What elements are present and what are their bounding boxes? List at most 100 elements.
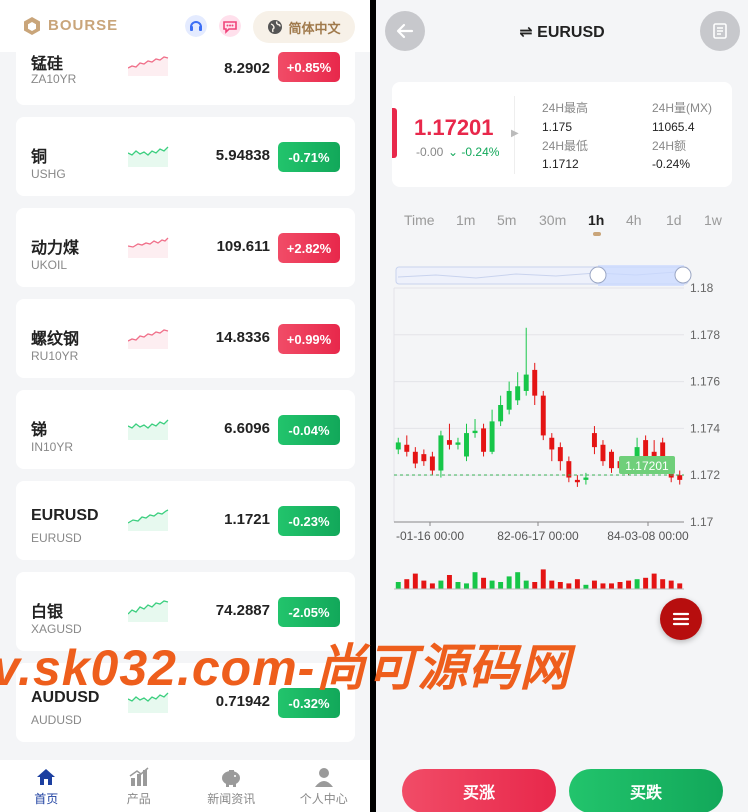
candle-body [540,395,546,436]
change-badge[interactable]: -2.05% [278,597,340,627]
user-icon [314,768,333,787]
period-tab-time[interactable]: Time [404,212,435,228]
candle-body [506,390,512,410]
tab-home[interactable]: 首页 [0,760,93,812]
change-badge[interactable]: -0.23% [278,506,340,536]
volume-bar [446,575,452,589]
volume-bar [549,580,555,589]
change-badge[interactable]: +0.85% [278,52,340,82]
volume-bar [617,582,623,589]
customer-service-icon[interactable] [185,15,207,37]
period-tab-1h[interactable]: 1h [588,212,604,228]
x-tick-label: 84-03-08 00:00 [607,529,689,543]
volume-bar [464,583,469,589]
volume-bar [626,580,632,589]
sparkline-chart [128,600,169,622]
candle-body [429,456,435,471]
candle-body [472,430,478,434]
volume-bar [481,577,487,589]
change-badge[interactable]: +2.82% [278,233,340,263]
candle-body [549,437,555,450]
volume-bar [395,582,401,589]
volume-bar [498,582,504,589]
sparkline-chart [128,237,169,258]
period-tab-30m[interactable]: 30m [539,212,566,228]
y-tick-label: 1.176 [690,375,720,389]
volume-bar [634,579,640,589]
market-list-item[interactable]: 螺纹钢 RU10YR 14.8336 +0.99% [16,299,355,378]
instrument-code: IN10YR [31,440,74,454]
volume-bar [489,580,495,589]
volume-bar [404,579,410,589]
candle-body [489,421,495,452]
instrument-name: 白银 [31,604,64,621]
app-header: BOURSE 简体中文 [0,0,370,52]
market-list-item[interactable]: 铜 USHG 5.94838 -0.71% [16,117,355,196]
navigator-left-handle[interactable] [589,266,607,284]
period-tab-4h[interactable]: 4h [626,212,642,228]
tab-home-label: 首页 [34,792,59,806]
candle-body [583,477,589,480]
volume-bar [643,577,649,589]
volume-bar [540,569,546,589]
navigator-right-handle[interactable] [674,266,692,284]
candle-body [481,428,487,452]
instrument-name: 动力煤 [31,240,80,257]
navigator-selection [598,265,684,286]
y-tick-label: 1.17 [690,515,714,529]
tab-products[interactable]: 产品 [93,760,186,812]
volume-bar [421,580,427,589]
instrument-price: 14.8336 [215,329,270,346]
y-tick-label: 1.174 [690,421,720,435]
pair-title: ⇌ EURUSD [376,22,748,42]
period-tab-1m[interactable]: 1m [456,212,475,228]
instrument-code: UKOIL [31,258,68,272]
instrument-price: 1.1721 [224,511,270,528]
period-tab-1d[interactable]: 1d [666,212,682,228]
chevron-down-icon: ⌄ [448,145,459,159]
market-list-item[interactable]: 锑 IN10YR 6.6096 -0.04% [16,390,355,469]
change-badge[interactable]: +0.99% [278,324,340,354]
tab-news[interactable]: 新闻资讯 [185,760,278,812]
home-icon [37,769,56,785]
candlestick-chart[interactable]: 1.18 1.178 1.176 1.174 1.172 1.17 1.17201 -01-1… [376,255,748,600]
y-tick-label: 1.18 [690,281,714,295]
pair-name: EURUSD [537,24,605,41]
market-list-item[interactable]: EURUSD EURUSD 1.1721 -0.23% [16,481,355,560]
piggy-bank-icon [222,770,241,787]
buy-up-button[interactable]: 买涨 [402,769,556,812]
candle-body [395,442,401,450]
chevron-right-icon: ▶ [511,128,519,139]
instrument-code: EURUSD [31,531,82,545]
volume-bar [455,582,461,589]
volume-bar [583,584,589,589]
current-price: 1.17201 [414,115,494,140]
period-tab-1w[interactable]: 1w [704,212,722,228]
candle-body [643,440,649,457]
period-tab-5m[interactable]: 5m [497,212,516,228]
language-label: 简体中文 [288,20,341,36]
volume-bar [472,572,478,589]
last-price-label: 1.17201 [625,459,669,473]
market-list-item[interactable]: 动力煤 UKOIL 109.611 +2.82% [16,208,355,287]
candle-body [421,454,427,462]
sparkline-chart [128,146,169,167]
candle-body [660,442,666,457]
tab-profile[interactable]: 个人中心 [278,760,371,812]
candle-body [455,442,461,445]
tab-news-label: 新闻资讯 [207,792,256,806]
volume-bar [412,573,418,589]
volume-bar [523,580,529,589]
buy-down-button[interactable]: 买跌 [569,769,723,812]
volume-bar [506,576,512,589]
records-button[interactable] [700,11,740,51]
instrument-price: 8.2902 [224,60,270,77]
candle-body [515,386,521,401]
language-selector[interactable]: 简体中文 [253,11,355,43]
instrument-price: 5.94838 [215,147,270,164]
menu-icon [672,612,690,626]
change-badge[interactable]: -0.71% [278,142,340,172]
change-badge[interactable]: -0.04% [278,415,340,445]
message-icon[interactable] [219,15,241,37]
volume-bar [651,573,657,589]
